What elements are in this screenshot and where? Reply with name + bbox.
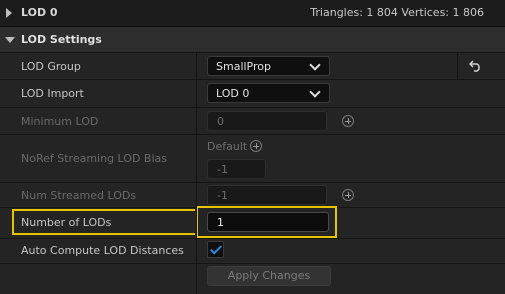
lod0-title: LOD 0 bbox=[21, 6, 58, 19]
collapse-arrow-icon[interactable] bbox=[5, 37, 15, 43]
auto-compute-label: Auto Compute LOD Distances bbox=[21, 244, 184, 257]
lod0-header[interactable]: LOD 0 Triangles: 1 804 Vertices: 1 806 bbox=[0, 0, 505, 27]
plus-circle-icon[interactable] bbox=[342, 115, 354, 127]
plus-circle-icon[interactable] bbox=[250, 140, 262, 152]
expand-arrow-icon[interactable] bbox=[6, 8, 12, 18]
reset-column-divider bbox=[457, 53, 458, 79]
lod-import-label: LOD Import bbox=[21, 87, 84, 100]
noref-default-label: Default bbox=[207, 140, 248, 153]
noref-input[interactable]: -1 bbox=[207, 159, 266, 179]
num-streamed-input[interactable]: -1 bbox=[207, 185, 327, 205]
lod-import-combo[interactable]: LOD 0 bbox=[207, 83, 330, 103]
auto-compute-checkbox[interactable] bbox=[207, 241, 224, 258]
reset-arrow-icon[interactable] bbox=[469, 60, 483, 72]
highlight-frame-value bbox=[196, 206, 337, 238]
lod0-stats: Triangles: 1 804 Vertices: 1 806 bbox=[310, 6, 484, 19]
minimum-lod-label: Minimum LOD bbox=[21, 115, 99, 128]
num-streamed-label: Num Streamed LODs bbox=[21, 189, 137, 202]
plus-circle-icon[interactable] bbox=[342, 189, 354, 201]
lod-settings-header[interactable]: LOD Settings bbox=[0, 27, 505, 53]
apply-changes-button[interactable]: Apply Changes bbox=[207, 266, 331, 286]
column-divider[interactable] bbox=[196, 53, 197, 294]
lod-settings-title: LOD Settings bbox=[21, 33, 102, 46]
noref-label: NoRef Streaming LOD Bias bbox=[21, 152, 167, 165]
noref-value: -1 bbox=[217, 163, 228, 176]
lod-import-value: LOD 0 bbox=[216, 87, 250, 100]
minimum-lod-value: 0 bbox=[217, 115, 224, 128]
row-auto-compute: Auto Compute LOD Distances bbox=[0, 239, 505, 264]
highlight-frame-label bbox=[12, 209, 195, 235]
chevron-down-icon bbox=[309, 86, 321, 98]
lod-group-label: LOD Group bbox=[21, 60, 81, 73]
chevron-down-icon bbox=[309, 59, 321, 71]
lod-group-combo[interactable]: SmallProp bbox=[207, 56, 330, 76]
num-streamed-value: -1 bbox=[217, 189, 228, 202]
minimum-lod-input[interactable]: 0 bbox=[207, 111, 327, 131]
lod-group-value: SmallProp bbox=[216, 60, 271, 73]
